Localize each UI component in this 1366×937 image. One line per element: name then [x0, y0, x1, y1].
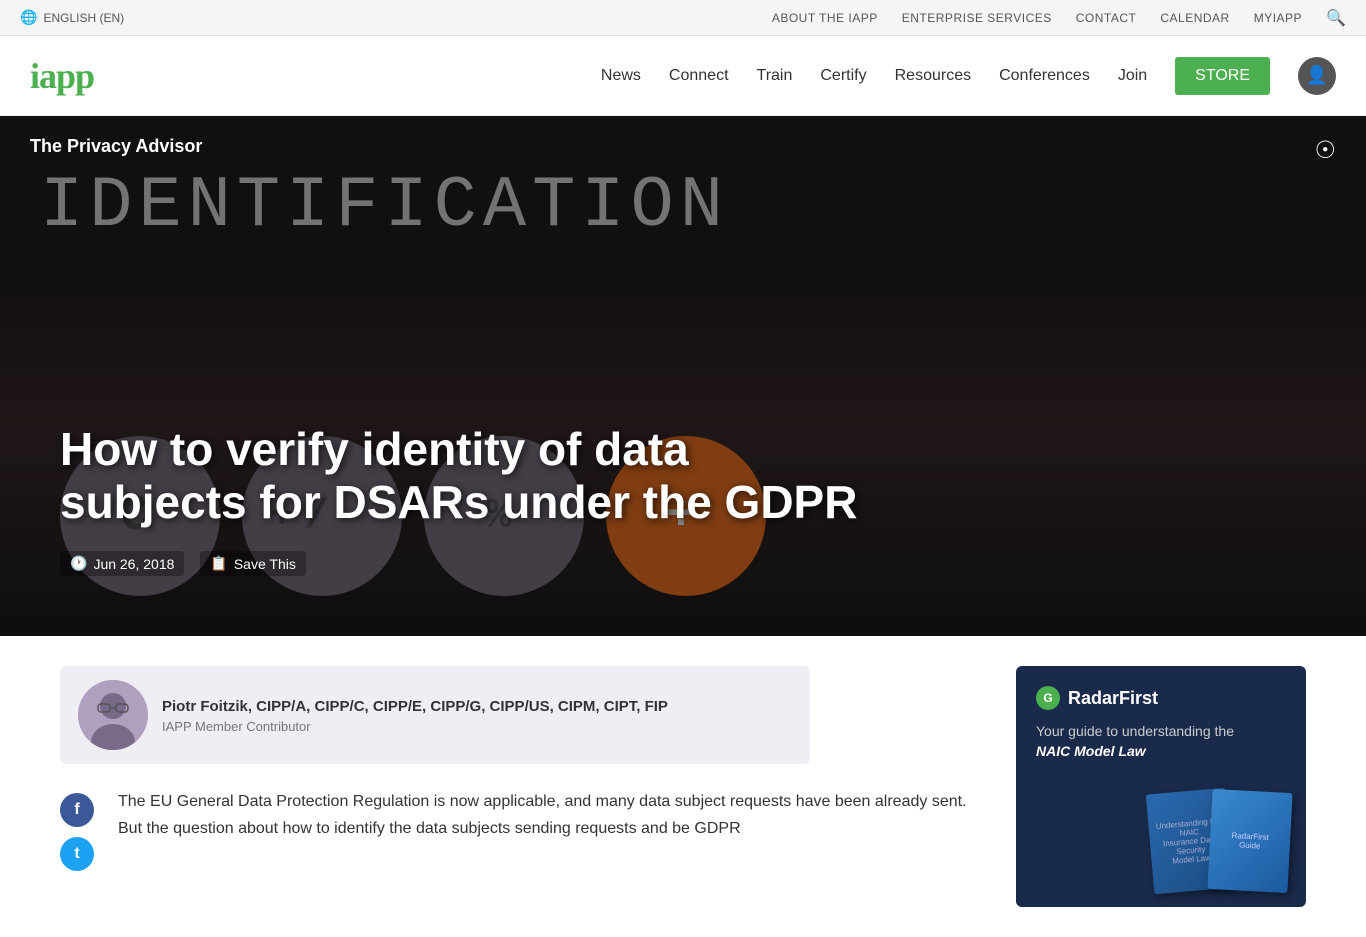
myiapp-link[interactable]: MYIAPP — [1254, 11, 1302, 25]
clock-icon: 🕐 — [70, 555, 87, 572]
nav-join[interactable]: Join — [1118, 67, 1147, 85]
nav-train[interactable]: Train — [757, 67, 793, 85]
language-selector[interactable]: 🌐 ENGLISH (EN) — [20, 9, 124, 26]
hero-content: How to verify identity of data subjects … — [60, 423, 1306, 576]
main-nav: iapp News Connect Train Certify Resource… — [0, 36, 1366, 116]
article-area: Piotr Foitzik, CIPP/A, CIPP/C, CIPP/E, C… — [0, 636, 1366, 937]
article-sidebar: G RadarFirst Your guide to understanding… — [1016, 666, 1306, 907]
nav-connect[interactable]: Connect — [669, 67, 729, 85]
store-button[interactable]: STORE — [1175, 57, 1270, 95]
save-icon: 📋 — [210, 555, 227, 572]
nav-conferences[interactable]: Conferences — [999, 67, 1090, 85]
social-share: f t — [60, 793, 94, 871]
ad-title: NAIC Model Law — [1036, 743, 1146, 759]
site-logo[interactable]: iapp — [30, 55, 94, 97]
language-label: ENGLISH (EN) — [43, 11, 124, 25]
ad-logo: G RadarFirst — [1036, 686, 1286, 710]
user-account-button[interactable]: 👤 — [1298, 57, 1336, 95]
nav-certify[interactable]: Certify — [820, 67, 866, 85]
globe-icon: 🌐 — [20, 9, 37, 26]
article-date: 🕐 Jun 26, 2018 — [60, 551, 184, 576]
ad-company-name: RadarFirst — [1068, 688, 1158, 709]
enterprise-link[interactable]: ENTERPRISE SERVICES — [902, 11, 1052, 25]
rss-icon[interactable]: ☉ — [1314, 136, 1336, 165]
author-avatar — [78, 680, 148, 750]
save-this-button[interactable]: 📋 Save This — [200, 551, 305, 576]
author-role: IAPP Member Contributor — [162, 719, 668, 734]
article-body: f t The EU General Data Protection Regul… — [60, 788, 976, 871]
facebook-share-button[interactable]: f — [60, 793, 94, 827]
calendar-link[interactable]: CALENDAR — [1160, 11, 1229, 25]
date-text: Jun 26, 2018 — [93, 556, 174, 572]
about-link[interactable]: ABOUT THE IAPP — [772, 11, 878, 25]
article-title: How to verify identity of data subjects … — [60, 423, 860, 529]
author-box: Piotr Foitzik, CIPP/A, CIPP/C, CIPP/E, C… — [60, 666, 810, 764]
article-main: Piotr Foitzik, CIPP/A, CIPP/C, CIPP/E, C… — [60, 666, 976, 907]
ad-images: Understanding the NAICInsurance Data Sec… — [1016, 781, 1306, 907]
article-intro: The EU General Data Protection Regulatio… — [118, 788, 976, 842]
author-name: Piotr Foitzik, CIPP/A, CIPP/C, CIPP/E, C… — [162, 696, 668, 717]
top-bar: 🌐 ENGLISH (EN) ABOUT THE IAPP ENTERPRISE… — [0, 0, 1366, 36]
nav-links: News Connect Train Certify Resources Con… — [601, 57, 1336, 95]
nav-resources[interactable]: Resources — [895, 67, 971, 85]
top-nav-links: ABOUT THE IAPP ENTERPRISE SERVICES CONTA… — [772, 8, 1346, 28]
save-label: Save This — [234, 556, 296, 572]
sidebar-advertisement[interactable]: G RadarFirst Your guide to understanding… — [1016, 666, 1306, 907]
hero-meta: 🕐 Jun 26, 2018 📋 Save This — [60, 551, 1306, 576]
nav-news[interactable]: News — [601, 67, 641, 85]
author-info: Piotr Foitzik, CIPP/A, CIPP/C, CIPP/E, C… — [162, 696, 668, 734]
twitter-share-button[interactable]: t — [60, 837, 94, 871]
radar-first-icon: G — [1036, 686, 1060, 710]
book-mockup-2: RadarFirstGuide — [1207, 789, 1292, 893]
ad-tagline: Your guide to understanding the NAIC Mod… — [1036, 722, 1286, 761]
hero-section: IDENTIFICATION C +/- % ÷ The Privacy Adv… — [0, 116, 1366, 636]
section-title: The Privacy Advisor — [30, 136, 202, 157]
contact-link[interactable]: CONTACT — [1076, 11, 1137, 25]
search-icon[interactable]: 🔍 — [1326, 8, 1346, 28]
ad-content: G RadarFirst Your guide to understanding… — [1016, 666, 1306, 781]
section-label: The Privacy Advisor — [30, 136, 202, 157]
article-text: The EU General Data Protection Regulatio… — [118, 788, 976, 842]
